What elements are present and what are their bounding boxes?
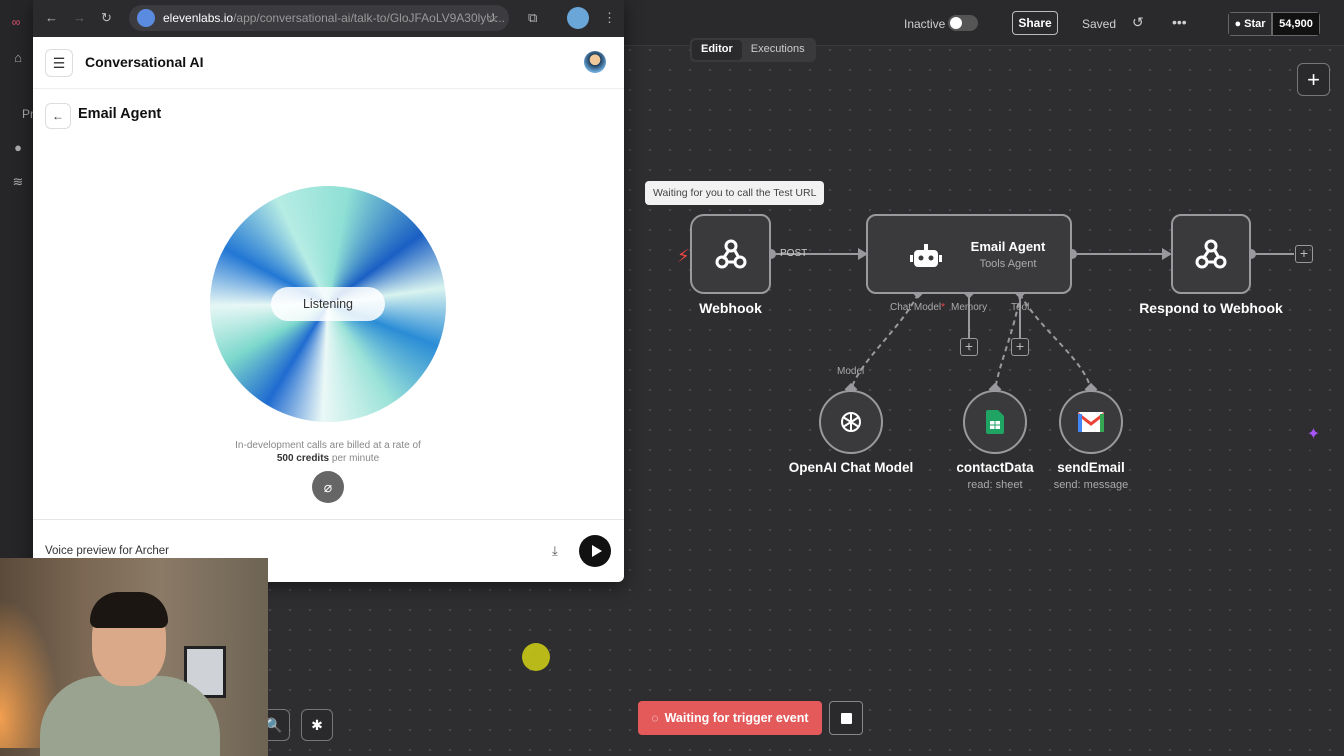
send-email-node[interactable] [1059,390,1123,454]
extensions-icon[interactable]: ⧉ [528,10,537,26]
add-tool-button[interactable]: + [1011,338,1029,356]
send-email-sub: send: message [1053,479,1129,491]
browser-toolbar: ← → ↻ elevenlabs.io/app/conversational-a… [33,0,624,37]
test-url-tooltip: Waiting for you to call the Test URL [645,181,825,205]
post-port-label: POST [780,248,808,259]
mute-microphone-button[interactable]: ⌀ [312,471,344,503]
tab-executions[interactable]: Executions [742,40,814,60]
listening-status: Listening [271,287,385,321]
inactive-label: Inactive [904,17,946,31]
debug-bug-icon[interactable]: ✱ [301,709,333,741]
menu-icon[interactable]: ☰ [45,49,73,77]
webcam-overlay [0,558,268,756]
webhook-icon [715,239,746,269]
google-sheets-icon [986,410,1004,434]
github-icon: ● [1234,18,1242,30]
layers-icon[interactable]: ≋ [10,174,26,190]
person-hair [90,592,168,628]
waiting-for-trigger-button[interactable]: ◌ Waiting for trigger event [638,701,822,735]
contact-data-node[interactable] [963,390,1027,454]
play-icon [591,545,602,557]
share-button[interactable]: Share [1012,11,1058,35]
voice-preview-label: Voice preview for Archer [45,545,170,557]
add-memory-button[interactable]: + [960,338,978,356]
add-node-button[interactable]: + [1297,63,1330,96]
play-button[interactable] [579,535,611,567]
history-icon[interactable]: ↺ [1132,14,1144,31]
back-arrow-icon[interactable]: ← [45,10,58,25]
webhook-node[interactable] [690,214,771,294]
profile-avatar-icon[interactable] [567,7,589,29]
back-button[interactable]: ← [45,103,71,129]
address-bar[interactable]: elevenlabs.io/app/conversational-ai/talk… [129,5,509,31]
model-port-label: Model [837,366,865,377]
openai-icon [841,412,861,432]
openai-chat-model-node[interactable] [819,390,883,454]
download-icon[interactable]: ⤓ [552,543,558,559]
respond-to-webhook-node[interactable] [1171,214,1251,294]
reload-icon[interactable]: ↻ [101,10,112,26]
respond-to-webhook-label: Respond to Webhook [1139,300,1283,316]
kebab-menu-icon[interactable]: ⋮ [603,10,616,26]
mouse-cursor-highlight [522,643,550,671]
tab-editor[interactable]: Editor [692,40,742,60]
github-star-button[interactable]: ● Star 54,900 [1228,12,1320,36]
bookmark-star-icon[interactable]: ☆ [487,10,499,26]
email-agent-subtitle: Tools Agent [979,258,1037,270]
email-agent-node[interactable]: Email Agent Tools Agent [866,214,1072,294]
email-agent-title: Email Agent [970,239,1046,254]
active-toggle[interactable] [948,15,978,31]
stop-button[interactable] [829,701,863,735]
editor-tabs: Editor Executions [690,38,816,62]
billing-note: In-development calls are billed at a rat… [235,440,421,464]
saved-label: Saved [1082,17,1117,31]
webhook-icon [1195,239,1227,269]
star-label: Star [1244,18,1266,30]
agent-title: Email Agent [78,106,162,122]
n8n-logo-icon[interactable]: ∞ [8,14,24,30]
url-path: /app/conversational-ai/talk-to/GloJFAoLV… [233,11,505,25]
avatar[interactable] [584,51,606,73]
robot-icon [910,242,942,270]
user-icon[interactable]: ● [10,140,26,156]
ai-assistant-sparkle-icon[interactable]: ✦ [1297,417,1330,450]
chat-model-port-label: Chat Model* [890,302,946,313]
tool-port-label: Tool [1011,302,1030,313]
app-title: Conversational AI [85,54,204,70]
trigger-bolt-icon: ⚡ [677,246,690,267]
forward-arrow-icon[interactable]: → [73,10,86,25]
send-email-label: sendEmail [1057,460,1125,475]
memory-port-label: Memory [951,302,988,313]
microphone-icon [137,9,155,27]
home-icon[interactable]: ⌂ [10,50,26,66]
star-count: 54,900 [1272,12,1320,36]
webhook-label: Webhook [699,300,762,316]
spinner-icon: ◌ [651,711,659,725]
more-options-icon[interactable]: ••• [1172,14,1187,30]
openai-chat-model-label: OpenAI Chat Model [788,460,914,475]
stop-icon [840,712,852,724]
url-domain: elevenlabs.io [163,11,234,25]
trigger-label: Waiting for trigger event [664,711,809,725]
app-header: ☰ Conversational AI [33,37,624,89]
browser-window: ← → ↻ elevenlabs.io/app/conversational-a… [33,0,624,582]
add-node-after-button[interactable]: + [1295,245,1313,263]
person-body [40,676,220,756]
gmail-icon [1078,412,1104,432]
